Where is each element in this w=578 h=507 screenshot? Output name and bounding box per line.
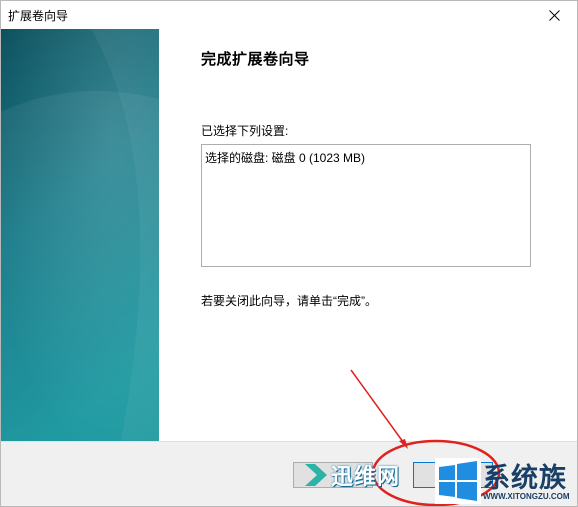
windows-logo-icon xyxy=(435,458,481,504)
watermark-left-text: 迅维网 xyxy=(331,464,401,489)
wizard-content: 完成扩展卷向导 已选择下列设置: 选择的磁盘: 磁盘 0 (1023 MB) 若… xyxy=(159,29,577,441)
close-button[interactable] xyxy=(531,1,577,29)
watermark-right: 系统族 WWW.XITONGZU.COM xyxy=(433,456,577,506)
chevron-logo-icon xyxy=(305,464,327,486)
wizard-dialog: 扩展卷向导 完成扩展卷向导 已选择下列设置: 选择的磁盘: 磁盘 0 (1023… xyxy=(0,0,578,507)
close-icon xyxy=(548,9,560,21)
title-bar[interactable]: 扩展卷向导 xyxy=(1,1,577,29)
watermark-url: WWW.XITONGZU.COM xyxy=(483,492,570,501)
settings-label: 已选择下列设置: xyxy=(201,124,289,138)
settings-summary-box[interactable]: 选择的磁盘: 磁盘 0 (1023 MB) xyxy=(201,144,531,267)
watermark-left: 迅维网 xyxy=(301,459,400,491)
page-title: 完成扩展卷向导 xyxy=(201,51,310,68)
selected-disk-text: 选择的磁盘: 磁盘 0 (1023 MB) xyxy=(205,151,366,165)
watermark-right-text: 系统族 xyxy=(483,463,567,493)
finish-instruction: 若要关闭此向导，请单击“完成”。 xyxy=(201,294,377,308)
window-title: 扩展卷向导 xyxy=(8,9,69,23)
wizard-side-banner xyxy=(1,29,159,441)
